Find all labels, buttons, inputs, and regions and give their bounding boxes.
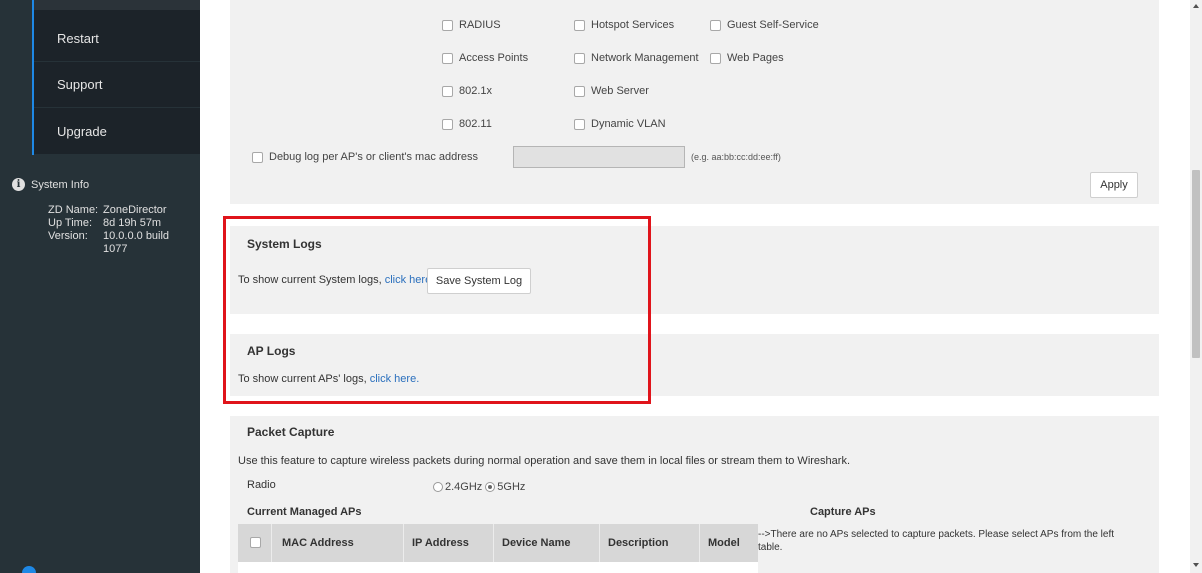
debug-option-web-server[interactable]: Web Server (574, 85, 649, 97)
checkbox-label: Web Pages (727, 52, 784, 64)
debug-log-panel: RADIUS Hotspot Services Guest Self-Servi… (230, 0, 1159, 204)
checkbox-label: Access Points (459, 52, 529, 64)
debug-option-guest[interactable]: Guest Self-Service (710, 19, 819, 31)
sidebar-menu: Restart Support Upgrade (32, 0, 200, 155)
radio-group: 2.4GHz 5GHz (433, 481, 525, 493)
managed-aps-table: MAC Address IP Address Device Name Descr… (238, 524, 758, 573)
checkbox[interactable] (574, 52, 585, 64)
sidebar-item-restart[interactable]: Restart (34, 16, 200, 62)
select-all-cell (238, 524, 272, 562)
packet-capture-title: Packet Capture (247, 425, 335, 439)
checkbox[interactable] (442, 118, 453, 130)
debug-option-access-points[interactable]: Access Points (442, 52, 528, 64)
system-info-row: Version: 10.0.0.0 build 1077 (48, 230, 173, 256)
radio-24ghz-label: 2.4GHz (445, 481, 483, 493)
checkbox-label: 802.11 (459, 118, 492, 130)
debug-option-web-pages[interactable]: Web Pages (710, 52, 784, 64)
sidebar-menu-top (34, 0, 200, 10)
checkbox-label: Guest Self-Service (727, 19, 819, 31)
debug-option-hotspot[interactable]: Hotspot Services (574, 19, 674, 31)
sidebar-item-support[interactable]: Support (34, 62, 200, 108)
system-info-row: ZD Name: ZoneDirector (48, 204, 173, 217)
checkbox[interactable] (710, 52, 721, 64)
checkbox[interactable] (442, 19, 453, 31)
highlight-box (223, 216, 651, 404)
checkbox-label: Debug log per AP's or client's mac addre… (269, 151, 479, 163)
system-info-key: ZD Name: (48, 204, 99, 216)
mac-address-hint: (e.g. aa:bb:cc:dd:ee:ff) (691, 152, 781, 162)
scroll-up-icon[interactable] (1193, 4, 1199, 8)
column-model[interactable]: Model (700, 524, 758, 562)
apply-button[interactable]: Apply (1090, 172, 1138, 198)
scroll-thumb[interactable] (1192, 170, 1200, 358)
debug-option-radius[interactable]: RADIUS (442, 19, 501, 31)
sidebar-bottom-icon (22, 566, 36, 573)
checkbox-label: Web Server (591, 85, 649, 97)
capture-aps-message: -->There are no APs selected to capture … (758, 529, 1115, 553)
packet-capture-description: Use this feature to capture wireless pac… (238, 455, 850, 467)
radio-5ghz-label: 5GHz (497, 481, 526, 493)
system-info-row: Up Time: 8d 19h 57m (48, 217, 173, 230)
checkbox-label: Hotspot Services (591, 19, 675, 31)
checkbox[interactable] (442, 85, 453, 97)
system-info-header: i System Info (12, 178, 89, 191)
checkbox[interactable] (710, 19, 721, 31)
vertical-scrollbar[interactable] (1190, 0, 1202, 573)
column-description[interactable]: Description (600, 524, 700, 562)
scroll-down-icon[interactable] (1193, 563, 1199, 567)
column-device-name[interactable]: Device Name (494, 524, 600, 562)
select-all-checkbox[interactable] (250, 537, 261, 548)
system-info-key: Up Time: (48, 217, 93, 229)
info-icon: i (12, 178, 25, 191)
radio-5ghz[interactable] (485, 482, 496, 492)
current-managed-aps-title: Current Managed APs (247, 506, 362, 518)
checkbox-label: Dynamic VLAN (591, 118, 666, 130)
system-info-title: System Info (31, 178, 90, 191)
checkbox[interactable] (574, 118, 585, 130)
system-info: ZD Name: ZoneDirector Up Time: 8d 19h 57… (48, 204, 173, 256)
column-ip-address[interactable]: IP Address (404, 524, 494, 562)
capture-aps-title: Capture APs (810, 506, 876, 518)
debug-mac-checkbox[interactable]: Debug log per AP's or client's mac addre… (252, 151, 478, 163)
debug-option-8021x[interactable]: 802.1x (442, 85, 492, 97)
checkbox[interactable] (574, 85, 585, 97)
table-header: MAC Address IP Address Device Name Descr… (238, 524, 758, 562)
debug-option-80211[interactable]: 802.11 (442, 118, 492, 130)
radio-24ghz[interactable] (433, 482, 443, 492)
checkbox-label: RADIUS (459, 19, 501, 31)
mac-address-input[interactable] (513, 146, 685, 168)
debug-option-dynamic-vlan[interactable]: Dynamic VLAN (574, 118, 666, 130)
column-mac-address[interactable]: MAC Address (272, 524, 404, 562)
checkbox[interactable] (442, 52, 453, 64)
radio-label: Radio (247, 479, 276, 491)
sidebar-item-upgrade[interactable]: Upgrade (34, 109, 200, 155)
packet-capture-panel: Packet Capture Use this feature to captu… (230, 416, 1159, 573)
checkbox-label: 802.1x (459, 85, 493, 97)
sidebar: Restart Support Upgrade i System Info ZD… (0, 0, 200, 573)
system-info-value: 8d 19h 57m (103, 217, 162, 229)
system-info-key: Version: (48, 230, 88, 242)
checkbox-label: Network Management (591, 52, 699, 64)
system-info-value: 10.0.0.0 build 1077 (103, 230, 170, 255)
checkbox[interactable] (574, 19, 585, 31)
system-info-value: ZoneDirector (103, 204, 167, 216)
checkbox[interactable] (252, 151, 263, 163)
debug-option-network-mgmt[interactable]: Network Management (574, 52, 699, 64)
